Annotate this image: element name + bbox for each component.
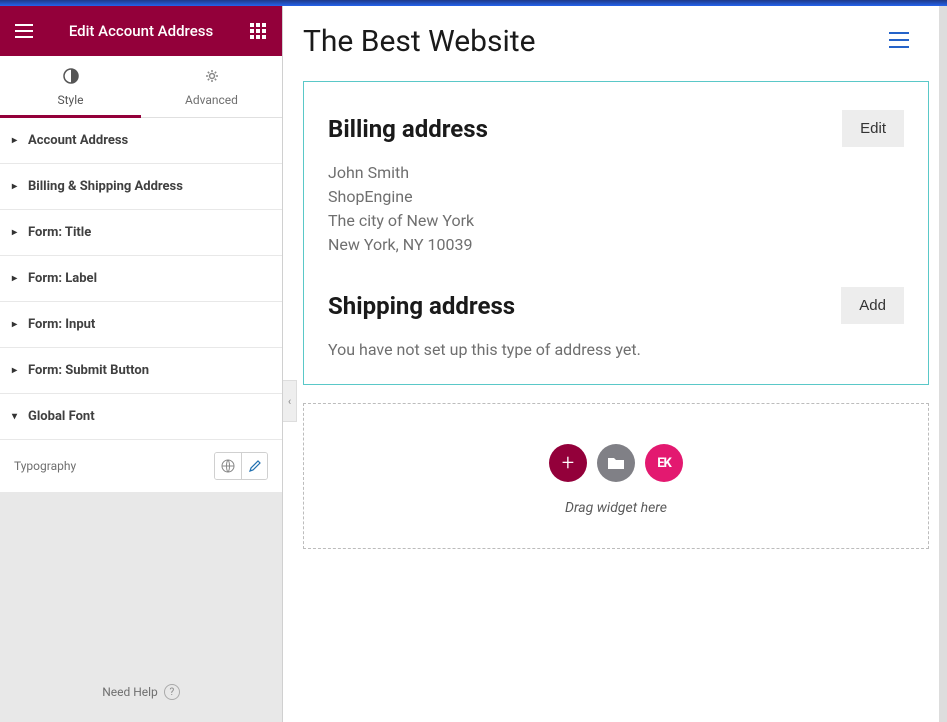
collapse-sidebar-handle[interactable]: ‹ [283,380,297,422]
tabs: Style Advanced [0,56,282,118]
shipping-empty-text: You have not set up this type of address… [328,338,904,362]
help-icon: ? [164,684,180,700]
billing-line: The city of New York [328,209,904,233]
billing-section: Billing address Edit John Smith ShopEngi… [328,110,904,257]
edit-billing-button[interactable]: Edit [842,110,904,147]
sidebar-footer[interactable]: Need Help ? [0,662,282,722]
menu-icon[interactable] [12,19,36,43]
panel-form-submit[interactable]: Form: Submit Button [0,348,282,394]
billing-line: New York, NY 10039 [328,233,904,257]
gear-icon [204,68,220,87]
panel-form-title[interactable]: Form: Title [0,210,282,256]
sidebar-title: Edit Account Address [69,22,213,40]
ek-icon[interactable]: EK [645,444,683,482]
dropzone-text: Drag widget here [304,500,928,516]
address-widget[interactable]: Billing address Edit John Smith ShopEngi… [303,81,929,385]
pencil-icon[interactable] [241,453,267,479]
shipping-section: Shipping address Add You have not set up… [328,287,904,362]
billing-line: John Smith [328,161,904,185]
tab-style-label: Style [57,93,83,107]
typography-controls [214,452,268,480]
billing-address-lines: John Smith ShopEngine The city of New Yo… [328,161,904,257]
tab-advanced-label: Advanced [185,93,238,107]
main-canvas: The Best Website Billing address Edit Jo… [283,6,947,722]
dropzone-icons: + EK [304,444,928,482]
sidebar-header: Edit Account Address [0,6,282,56]
shipping-header: Shipping address Add [328,287,904,324]
typography-label: Typography [14,459,76,473]
page-title: The Best Website [303,24,536,59]
shipping-heading: Shipping address [328,292,515,320]
widget-dropzone[interactable]: + EK Drag widget here [303,403,929,549]
tab-style[interactable]: Style [0,56,141,117]
panel-list: Account Address Billing & Shipping Addre… [0,118,282,662]
billing-header: Billing address Edit [328,110,904,147]
panel-billing-shipping[interactable]: Billing & Shipping Address [0,164,282,210]
grid-icon[interactable] [246,19,270,43]
panel-form-input[interactable]: Form: Input [0,302,282,348]
style-icon [63,68,79,87]
help-label: Need Help [102,685,158,699]
folder-icon[interactable] [597,444,635,482]
nav-toggle-icon[interactable] [883,26,915,58]
add-widget-button[interactable]: + [549,444,587,482]
globe-icon[interactable] [215,453,241,479]
add-shipping-button[interactable]: Add [841,287,904,324]
panel-global-font[interactable]: Global Font [0,394,282,440]
billing-heading: Billing address [328,115,488,143]
sidebar: Edit Account Address Style Advanced Acco… [0,6,283,722]
billing-line: ShopEngine [328,185,904,209]
panel-form-label[interactable]: Form: Label [0,256,282,302]
page-header: The Best Website [303,24,929,59]
panel-account-address[interactable]: Account Address [0,118,282,164]
typography-row: Typography [0,440,282,492]
tab-advanced[interactable]: Advanced [141,56,282,117]
